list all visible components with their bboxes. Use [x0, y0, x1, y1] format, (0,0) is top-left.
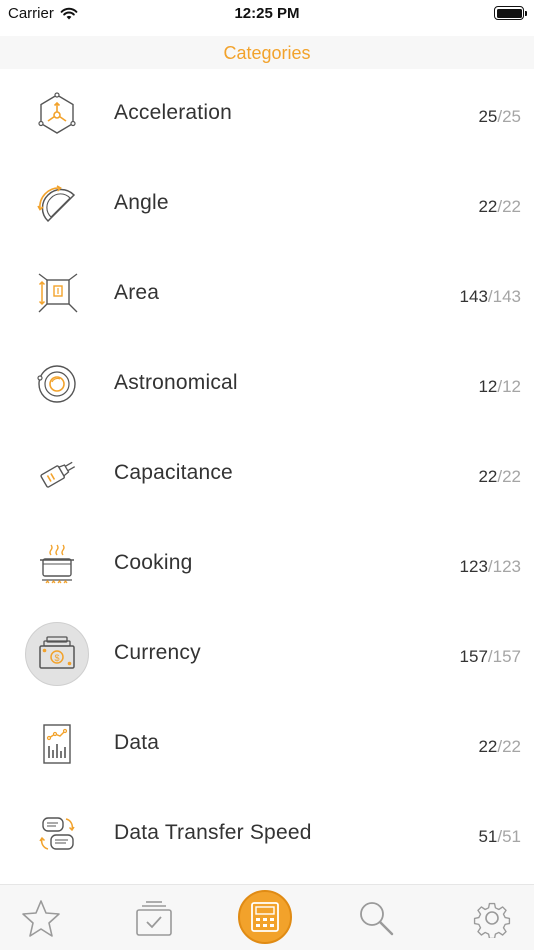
- tab-bar: [0, 884, 534, 950]
- categories-checklist-icon: [136, 901, 172, 936]
- status-bar: Carrier 12:25 PM: [0, 0, 534, 36]
- category-count: 22/22: [478, 467, 521, 486]
- svg-text:$: $: [54, 653, 59, 663]
- category-row-data-transfer-speed[interactable]: Data Transfer Speed 51/51: [0, 789, 534, 879]
- capacitor-icon: [25, 442, 89, 506]
- tab-search[interactable]: [352, 894, 400, 942]
- category-label: Data Transfer Speed: [114, 821, 312, 844]
- category-row-astronomical[interactable]: Astronomical 12/12: [0, 339, 534, 429]
- data-transfer-icon: [25, 802, 89, 866]
- category-row-data[interactable]: Data 22/22: [0, 699, 534, 789]
- tab-converter-active[interactable]: [238, 890, 292, 944]
- category-list[interactable]: Acceleration 25/25 Angle 22/22 Area 143/…: [0, 69, 534, 884]
- category-count: 157/157: [459, 647, 521, 666]
- category-label: Acceleration: [114, 101, 232, 124]
- category-count: 22/22: [478, 737, 521, 756]
- category-count: 12/12: [478, 377, 521, 396]
- category-label: Angle: [114, 191, 169, 214]
- tab-favorites[interactable]: [17, 894, 65, 942]
- tab-categories[interactable]: [130, 894, 178, 942]
- search-icon: [360, 902, 394, 936]
- category-label: Capacitance: [114, 461, 233, 484]
- category-row-capacitance[interactable]: Capacitance 22/22: [0, 429, 534, 519]
- category-count: 51/51: [478, 827, 521, 846]
- page-title: Categories: [223, 43, 311, 63]
- navigation-bar: Categories: [0, 36, 534, 69]
- settings-gear-icon: [473, 902, 511, 938]
- clock: 12:25 PM: [234, 5, 300, 22]
- category-row-area[interactable]: Area 143/143: [0, 249, 534, 339]
- protractor-icon: [25, 172, 89, 236]
- currency-bills-icon: $: [25, 622, 89, 686]
- data-chart-icon: [25, 712, 89, 776]
- category-label: Data: [114, 731, 160, 754]
- category-row-cooking[interactable]: Cooking 123/123: [0, 519, 534, 609]
- area-icon: [25, 262, 89, 326]
- battery-icon: [494, 6, 527, 20]
- category-count: 123/123: [459, 557, 521, 576]
- category-label: Astronomical: [114, 371, 238, 394]
- acceleration-icon: [25, 82, 89, 146]
- category-label: Cooking: [114, 551, 193, 574]
- planet-orbit-icon: [25, 352, 89, 416]
- category-row-acceleration[interactable]: Acceleration 25/25: [0, 69, 534, 159]
- calculator-icon: [251, 902, 279, 932]
- tab-settings[interactable]: [468, 894, 516, 942]
- category-label: Area: [114, 281, 160, 304]
- favorites-star-icon: [22, 900, 60, 937]
- category-label: Currency: [114, 641, 201, 664]
- category-count: 22/22: [478, 197, 521, 216]
- category-count: 25/25: [478, 107, 521, 126]
- category-row-currency[interactable]: $ Currency 157/157: [0, 609, 534, 699]
- category-count: 143/143: [459, 287, 521, 306]
- category-row-angle[interactable]: Angle 22/22: [0, 159, 534, 249]
- cooking-pot-icon: [25, 532, 89, 596]
